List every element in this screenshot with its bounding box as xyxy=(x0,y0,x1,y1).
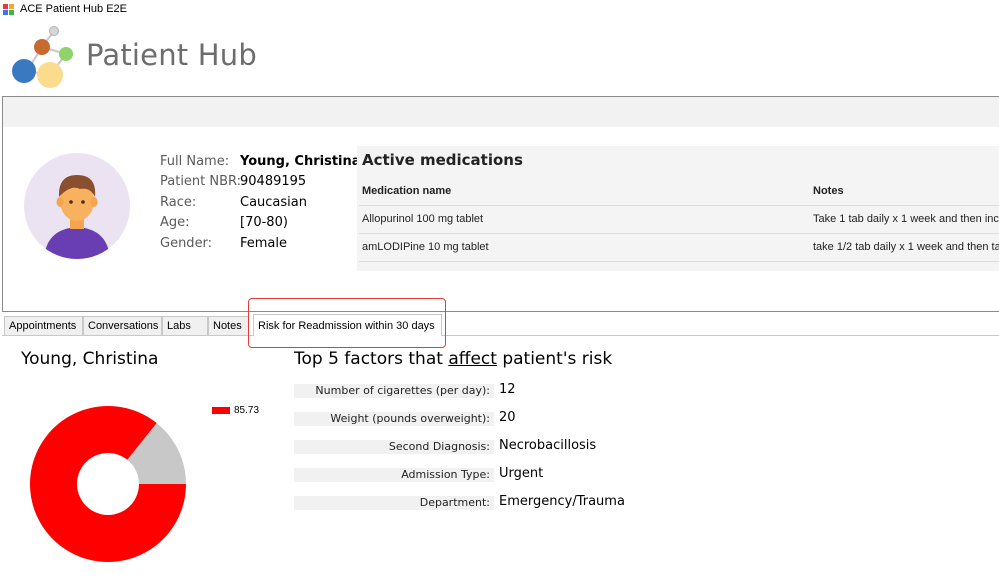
risk-patient-name: Young, Christina xyxy=(21,349,159,369)
brand-name: Patient Hub xyxy=(86,38,257,72)
age-value: [70-80) xyxy=(240,215,288,230)
tab-appointments[interactable]: Appointments xyxy=(4,316,83,335)
risk-donut-chart xyxy=(29,406,186,562)
medication-name-header: Medication name xyxy=(362,185,452,197)
race-label: Race: xyxy=(160,195,197,210)
patient-nbr-value: 90489195 xyxy=(240,174,307,189)
table-divider xyxy=(359,233,999,234)
table-divider xyxy=(359,261,999,262)
panel-header-strip xyxy=(3,97,999,127)
factor-label: Weight (pounds overweight): xyxy=(330,412,490,425)
notes-header: Notes xyxy=(813,185,844,197)
factor-label: Number of cigarettes (per day): xyxy=(315,384,490,397)
full-name-value: Young, Christina xyxy=(240,154,361,169)
table-cell: Take 1 tab daily x 1 week and then inc xyxy=(813,213,999,225)
app-icon xyxy=(3,4,14,15)
tab-labs[interactable]: Labs xyxy=(162,316,208,335)
factor-value: 12 xyxy=(499,382,516,397)
factors-title-pre: Top 5 factors that xyxy=(294,349,449,369)
tab-highlight-box xyxy=(248,298,446,348)
full-name-label: Full Name: xyxy=(160,154,230,169)
tab-notes[interactable]: Notes xyxy=(208,316,249,335)
patient-hub-logo-icon xyxy=(12,26,73,88)
race-value: Caucasian xyxy=(240,195,307,210)
factor-value: 20 xyxy=(499,410,516,425)
table-cell: Allopurinol 100 mg tablet xyxy=(362,213,484,225)
factors-title-post: patient's risk xyxy=(496,349,613,369)
legend-swatch xyxy=(212,407,230,414)
factor-value: Emergency/Trauma xyxy=(499,494,625,509)
avatar-icon xyxy=(24,153,130,259)
window-titlebar: ACE Patient Hub E2E xyxy=(0,0,999,20)
factors-title: Top 5 factors that affect patient's risk xyxy=(294,349,612,369)
factor-label: Department: xyxy=(419,496,490,509)
tab-conversations[interactable]: Conversations xyxy=(83,316,162,335)
patient-nbr-label: Patient NBR: xyxy=(160,174,242,189)
table-divider xyxy=(359,205,999,206)
factor-label: Second Diagnosis: xyxy=(388,440,490,453)
window-title: ACE Patient Hub E2E xyxy=(20,3,128,15)
active-medications-title: Active medications xyxy=(362,151,523,169)
factor-value: Urgent xyxy=(499,466,544,481)
table-cell: take 1/2 tab daily x 1 week and then ta xyxy=(813,241,999,253)
age-label: Age: xyxy=(160,215,190,230)
table-cell: amLODIPine 10 mg tablet xyxy=(362,241,489,253)
factor-label: Admission Type: xyxy=(401,468,490,481)
gender-value: Female xyxy=(240,236,288,251)
legend-label: 85.73 xyxy=(234,405,260,416)
gender-label: Gender: xyxy=(160,236,213,251)
factors-title-emphasis: affect xyxy=(448,349,497,369)
factor-value: Necrobacillosis xyxy=(499,438,597,453)
